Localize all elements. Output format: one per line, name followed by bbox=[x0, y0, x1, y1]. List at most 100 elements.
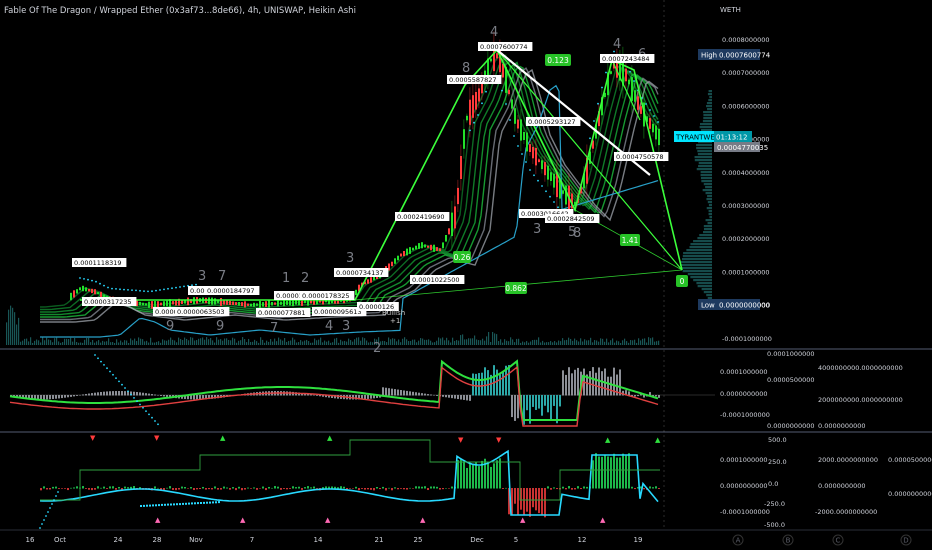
osc-bar bbox=[49, 488, 51, 490]
histogram-bar bbox=[658, 395, 660, 398]
volume-bar bbox=[570, 338, 572, 345]
macd-panel[interactable] bbox=[9, 354, 715, 427]
volume-bar bbox=[78, 342, 80, 345]
osc-bar bbox=[400, 488, 402, 489]
volume-profile-bar bbox=[707, 297, 712, 300]
panel2-dot bbox=[151, 416, 153, 419]
candle-wick bbox=[610, 69, 612, 76]
harmonic-pattern bbox=[80, 48, 683, 301]
volume-bar bbox=[642, 338, 644, 345]
sar-dot bbox=[87, 278, 89, 281]
candle bbox=[208, 297, 210, 305]
volume-bar bbox=[578, 341, 580, 345]
panel2-dot bbox=[112, 373, 114, 376]
histogram-bar bbox=[82, 394, 84, 396]
volume-profile-bar bbox=[680, 261, 712, 264]
cyan-marker bbox=[212, 501, 214, 504]
osc-bar bbox=[124, 486, 126, 489]
volume-bar bbox=[544, 342, 546, 345]
volume-bar bbox=[88, 337, 90, 345]
candle bbox=[391, 261, 393, 267]
volume-bar bbox=[96, 341, 98, 345]
histogram-bar bbox=[85, 393, 87, 396]
candle-wick bbox=[514, 100, 516, 132]
cyan-marker bbox=[197, 502, 199, 505]
price-label-text: 0.0004750578 bbox=[616, 153, 664, 161]
volume-bar bbox=[540, 342, 542, 345]
volume-bar bbox=[146, 340, 148, 345]
price-axis[interactable]: 0.0008000000 0.0007000000 0.0006000000 0.00… bbox=[722, 36, 772, 343]
time-axis[interactable]: 16 Oct 24 28 Nov 7 14 21 25 Dec 5 12 19 bbox=[26, 536, 643, 544]
volume-bar bbox=[22, 340, 24, 345]
sar-dot bbox=[143, 290, 145, 292]
histogram-bar bbox=[364, 395, 366, 400]
osc-bar bbox=[394, 487, 396, 489]
volume-bar bbox=[212, 340, 214, 345]
histogram-bar bbox=[451, 395, 453, 399]
candle bbox=[439, 248, 441, 252]
histogram-bar bbox=[193, 395, 195, 400]
volume-bar bbox=[324, 340, 326, 345]
volume-bar bbox=[42, 337, 44, 345]
volume-profile-bar bbox=[696, 168, 712, 171]
osc-bar bbox=[433, 486, 435, 489]
candle bbox=[232, 301, 234, 305]
volume-bar bbox=[478, 340, 480, 345]
svg-text:0.862: 0.862 bbox=[505, 284, 527, 293]
candle-wick bbox=[541, 155, 543, 174]
volume-profile-bar bbox=[703, 291, 712, 294]
volume-bar bbox=[108, 338, 110, 345]
volume-bar bbox=[92, 340, 94, 345]
volume-profile-bar bbox=[698, 162, 712, 165]
histogram-bar bbox=[460, 395, 462, 400]
histogram-bar bbox=[58, 395, 60, 399]
svg-text:0.0000000000: 0.0000000000 bbox=[719, 302, 770, 310]
axis-button-label: D bbox=[903, 537, 908, 545]
cyan-marker bbox=[209, 501, 211, 504]
histogram-bar bbox=[157, 394, 159, 396]
sar-dot bbox=[179, 286, 181, 288]
oscillator-panel[interactable]: ▼ ▼ ▲ ▲ ▼ ▼ ▲ ▲ ▲ ▲ ▲ ▲ ▲ ▲ bbox=[39, 434, 661, 529]
volume-bar bbox=[14, 312, 16, 345]
volume-bar bbox=[644, 338, 646, 345]
sar-dot bbox=[107, 286, 109, 289]
volume-profile-bar bbox=[702, 189, 712, 192]
histogram-bar bbox=[424, 393, 426, 396]
osc-bar bbox=[130, 486, 132, 489]
osc-bar bbox=[82, 486, 84, 489]
osc-bar bbox=[385, 488, 387, 491]
histogram-bar bbox=[556, 395, 558, 424]
volume-bar bbox=[574, 338, 576, 345]
osc-bar bbox=[583, 486, 585, 489]
volume-bar bbox=[50, 340, 52, 345]
osc-bar bbox=[535, 488, 537, 511]
histogram-bar bbox=[121, 391, 123, 396]
volume-bar bbox=[404, 337, 406, 345]
osc-bar bbox=[100, 487, 102, 489]
histogram-bar bbox=[514, 395, 516, 421]
osc-bar bbox=[502, 488, 504, 489]
volume-bar bbox=[162, 339, 164, 345]
candle bbox=[70, 292, 72, 301]
osc-bar bbox=[574, 488, 576, 490]
histogram-bar bbox=[370, 395, 372, 399]
osc-bar bbox=[631, 486, 633, 489]
sar-dot bbox=[653, 115, 655, 117]
histogram-bar bbox=[79, 394, 81, 396]
price-chart[interactable]: WETH 0.0008000000 0.0007000000 0.000600000… bbox=[0, 0, 932, 550]
histogram-bar bbox=[64, 395, 66, 398]
volume-bar bbox=[498, 341, 500, 345]
volume-bar bbox=[6, 322, 8, 345]
candle bbox=[397, 255, 399, 261]
volume-bar bbox=[560, 341, 562, 345]
volume-bar bbox=[106, 341, 108, 345]
candle bbox=[415, 245, 417, 250]
axis-buttons[interactable]: A B C D bbox=[732, 534, 912, 546]
volume-bar bbox=[258, 342, 260, 345]
volume-bar bbox=[488, 331, 490, 345]
price-label-text: 0.0005587827 bbox=[449, 76, 497, 84]
candle-wick bbox=[523, 128, 525, 144]
cyan-marker bbox=[161, 503, 163, 506]
histogram-bar bbox=[421, 393, 423, 396]
panel3-dot bbox=[51, 503, 53, 505]
